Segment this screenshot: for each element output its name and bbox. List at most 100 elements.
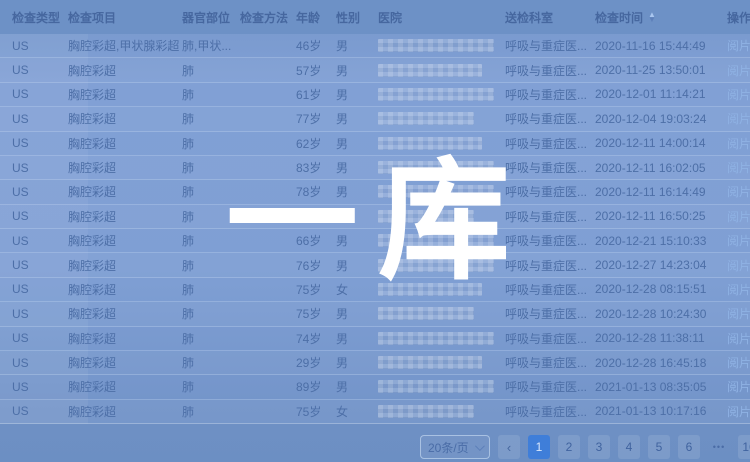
cell-exam-item: 胸腔彩超 — [68, 107, 182, 130]
column-header-action: 操作 — [727, 0, 750, 34]
view-images-link[interactable]: 阅片 — [727, 37, 750, 54]
view-images-link[interactable]: 阅片 — [727, 354, 750, 371]
cell-method — [240, 229, 296, 252]
cell-hospital — [378, 327, 505, 350]
cell-action: 阅片 — [727, 58, 750, 81]
cell-department: 呼吸与重症医... — [505, 278, 595, 301]
column-header-organ: 器官部位 — [182, 0, 240, 34]
table-row: US 胸腔彩超 肺 57岁 男 呼吸与重症医... 2020-11-25 13:… — [0, 58, 750, 82]
view-images-link[interactable]: 阅片 — [727, 305, 750, 322]
cell-age: 78岁 — [296, 180, 336, 203]
cell-exam-time: 2020-12-28 11:38:11 — [595, 327, 727, 350]
table-row: US 胸腔彩超 肺 74岁 男 呼吸与重症医... 2020-12-28 11:… — [0, 327, 750, 351]
cell-department: 呼吸与重症医... — [505, 400, 595, 423]
cell-gender: 男 — [336, 132, 378, 155]
page-number-button[interactable]: 2 — [558, 435, 580, 459]
cell-hospital — [378, 375, 505, 398]
cell-exam-type: US — [0, 34, 68, 57]
table-row: US 胸腔彩超 肺 66岁 男 呼吸与重症医... 2020-12-21 15:… — [0, 229, 750, 253]
view-images-link[interactable]: 阅片 — [727, 378, 750, 395]
cell-department: 呼吸与重症医... — [505, 327, 595, 350]
cell-organ: 肺 — [182, 229, 240, 252]
page-number-button[interactable]: ••• — [708, 435, 730, 459]
cell-hospital — [378, 302, 505, 325]
cell-age: 75岁 — [296, 400, 336, 423]
page-number-button[interactable]: 4 — [618, 435, 640, 459]
sort-descending-icon[interactable]: ▼ — [648, 17, 656, 22]
cell-method — [240, 58, 296, 81]
cell-hospital — [378, 132, 505, 155]
cell-method — [240, 375, 296, 398]
cell-method — [240, 180, 296, 203]
cell-organ: 肺 — [182, 156, 240, 179]
page-number-button[interactable]: 5 — [648, 435, 670, 459]
cell-department: 呼吸与重症医... — [505, 107, 595, 130]
cell-exam-type: US — [0, 156, 68, 179]
table-row: US 胸腔彩超 肺 75岁 女 呼吸与重症医... 2021-01-13 10:… — [0, 400, 750, 424]
exam-time-header-label: 检查时间 — [595, 9, 643, 26]
cell-exam-item: 胸腔彩超 — [68, 351, 182, 374]
cell-method — [240, 83, 296, 106]
page-number-button[interactable]: 1 — [528, 435, 550, 459]
sort-icon[interactable]: ▲ ▼ — [648, 12, 656, 22]
view-images-link[interactable]: 阅片 — [727, 281, 750, 298]
cell-organ: 肺 — [182, 58, 240, 81]
cell-gender: 男 — [336, 83, 378, 106]
cell-exam-time: 2020-12-21 15:10:33 — [595, 229, 727, 252]
cell-exam-type: US — [0, 83, 68, 106]
cell-exam-time: 2020-12-28 08:15:51 — [595, 278, 727, 301]
cell-age: 83岁 — [296, 156, 336, 179]
cell-exam-time: 2021-01-13 10:17:16 — [595, 400, 727, 423]
view-images-link[interactable]: 阅片 — [727, 257, 750, 274]
cell-method — [240, 253, 296, 276]
cell-exam-time: 2020-12-28 16:45:18 — [595, 351, 727, 374]
page-size-select[interactable]: 20条/页 — [420, 435, 490, 459]
view-images-link[interactable]: 阅片 — [727, 208, 750, 225]
view-images-link[interactable]: 阅片 — [727, 403, 750, 420]
cell-department: 呼吸与重症医... — [505, 34, 595, 57]
cell-method — [240, 205, 296, 228]
page-number-button[interactable]: 3 — [588, 435, 610, 459]
column-header-exam-type: 检查类型 — [0, 0, 68, 34]
view-images-link[interactable]: 阅片 — [727, 183, 750, 200]
chevron-down-icon — [475, 441, 485, 451]
cell-action: 阅片 — [727, 34, 750, 57]
cell-action: 阅片 — [727, 83, 750, 106]
cell-exam-type: US — [0, 302, 68, 325]
cell-age: 57岁 — [296, 58, 336, 81]
cell-exam-item: 胸腔彩超 — [68, 302, 182, 325]
cell-method — [240, 302, 296, 325]
table-row: US 胸腔彩超 肺 76岁 女 呼吸与重症医... 2020-12-11 16:… — [0, 205, 750, 229]
cell-action: 阅片 — [727, 229, 750, 252]
view-images-link[interactable]: 阅片 — [727, 330, 750, 347]
cell-age: 75岁 — [296, 278, 336, 301]
view-images-link[interactable]: 阅片 — [727, 232, 750, 249]
view-images-link[interactable]: 阅片 — [727, 110, 750, 127]
hospital-redacted-block — [378, 64, 482, 77]
view-images-link[interactable]: 阅片 — [727, 135, 750, 152]
column-header-exam-time[interactable]: 检查时间 ▲ ▼ — [595, 0, 727, 34]
cell-exam-time: 2020-11-16 15:44:49 — [595, 34, 727, 57]
cell-age: 66岁 — [296, 229, 336, 252]
hospital-redacted-block — [378, 332, 494, 345]
cell-exam-time: 2020-12-11 14:00:14 — [595, 132, 727, 155]
cell-action: 阅片 — [727, 205, 750, 228]
cell-organ: 肺,甲状... — [182, 34, 240, 57]
cell-hospital — [378, 180, 505, 203]
cell-hospital — [378, 156, 505, 179]
cell-method — [240, 156, 296, 179]
prev-page-button[interactable]: ‹ — [498, 435, 520, 459]
pagination-controls: 20条/页 ‹ 123456•••16 › — [420, 435, 750, 459]
cell-age: 61岁 — [296, 83, 336, 106]
page-number-button[interactable]: 16 — [738, 435, 750, 459]
view-images-link[interactable]: 阅片 — [727, 159, 750, 176]
cell-exam-time: 2020-12-01 11:14:21 — [595, 83, 727, 106]
table-row: US 胸腔彩超,甲状腺彩超 肺,甲状... 46岁 男 呼吸与重症医... 20… — [0, 34, 750, 58]
hospital-redacted-block — [378, 39, 494, 52]
view-images-link[interactable]: 阅片 — [727, 86, 750, 103]
table-row: US 胸腔彩超 肺 77岁 男 呼吸与重症医... 2020-12-04 19:… — [0, 107, 750, 131]
page-number-button[interactable]: 6 — [678, 435, 700, 459]
cell-method — [240, 400, 296, 423]
view-images-link[interactable]: 阅片 — [727, 62, 750, 79]
table-row: US 胸腔彩超 肺 78岁 男 呼吸与重症医... 2020-12-11 16:… — [0, 180, 750, 204]
